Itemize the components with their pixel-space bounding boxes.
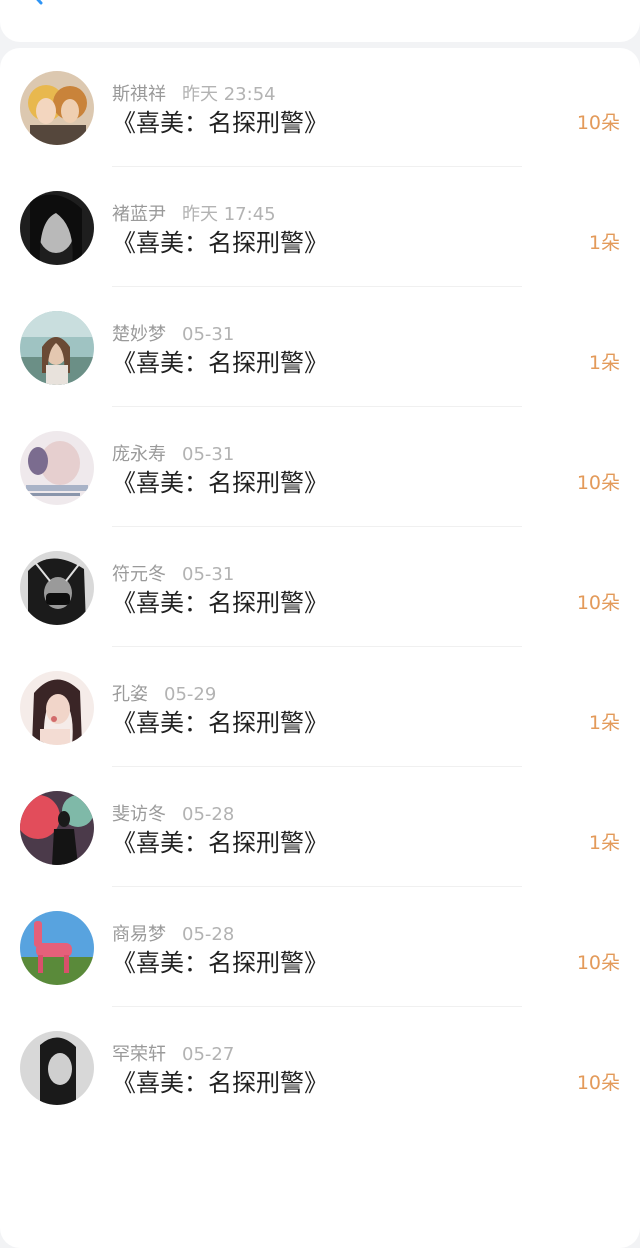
sender-name: 符元冬 — [112, 564, 166, 585]
work-title: 《喜美：名探刑警》 — [112, 109, 328, 137]
record-time: 05-27 — [182, 1044, 235, 1065]
sender-name: 庞永寿 — [112, 444, 166, 465]
sender-name: 商易梦 — [112, 924, 166, 945]
divider — [112, 1006, 522, 1007]
record-time: 05-31 — [182, 564, 235, 585]
avatar[interactable] — [20, 431, 94, 505]
gift-amount: 10朵 — [576, 952, 620, 974]
divider — [112, 526, 522, 527]
work-title: 《喜美：名探刑警》 — [112, 589, 328, 617]
chevron-left-icon — [27, 0, 45, 10]
divider — [112, 166, 522, 167]
gift-amount: 10朵 — [576, 592, 620, 614]
gift-amount: 1朵 — [588, 832, 620, 854]
divider — [112, 886, 522, 887]
sender-name: 斐访冬 — [112, 804, 166, 825]
divider — [112, 766, 522, 767]
list-item[interactable]: 罕荣轩 05-27 《喜美：名探刑警》 10朵 — [0, 1008, 640, 1128]
record-time: 05-29 — [164, 684, 217, 705]
list-item[interactable]: 商易梦 05-28 《喜美：名探刑警》 10朵 — [0, 888, 640, 1008]
work-title: 《喜美：名探刑警》 — [112, 829, 328, 857]
avatar[interactable] — [20, 911, 94, 985]
divider — [112, 286, 522, 287]
avatar[interactable] — [20, 791, 94, 865]
avatar[interactable] — [20, 1031, 94, 1105]
gift-amount: 10朵 — [576, 1072, 620, 1094]
record-time: 05-28 — [182, 924, 235, 945]
gift-amount: 1朵 — [588, 712, 620, 734]
gift-record-list: 斯祺祥 昨天 23:54 《喜美：名探刑警》 10朵 褚蓝尹 昨天 17:45 《喜… — [0, 48, 640, 1248]
sender-name: 褚蓝尹 — [112, 204, 166, 225]
list-item[interactable]: 孔姿 05-29 《喜美：名探刑警》 1朵 — [0, 648, 640, 768]
list-item[interactable]: 符元冬 05-31 《喜美：名探刑警》 10朵 — [0, 528, 640, 648]
work-title: 《喜美：名探刑警》 — [112, 949, 328, 977]
gift-amount: 10朵 — [576, 112, 620, 134]
gift-amount: 10朵 — [576, 472, 620, 494]
work-title: 《喜美：名探刑警》 — [112, 1069, 328, 1097]
record-time: 昨天 17:45 — [182, 204, 276, 225]
list-item[interactable]: 庞永寿 05-31 《喜美：名探刑警》 10朵 — [0, 408, 640, 528]
avatar[interactable] — [20, 311, 94, 385]
list-item[interactable]: 楚妙梦 05-31 《喜美：名探刑警》 1朵 — [0, 288, 640, 408]
gift-amount: 1朵 — [588, 232, 620, 254]
divider — [112, 406, 522, 407]
gift-amount: 1朵 — [588, 352, 620, 374]
sender-name: 罕荣轩 — [112, 1044, 166, 1065]
sender-name: 孔姿 — [112, 684, 148, 705]
list-item[interactable]: 斯祺祥 昨天 23:54 《喜美：名探刑警》 10朵 — [0, 48, 640, 168]
work-title: 《喜美：名探刑警》 — [112, 349, 328, 377]
record-time: 05-31 — [182, 444, 235, 465]
record-time: 昨天 23:54 — [182, 84, 276, 105]
work-title: 《喜美：名探刑警》 — [112, 229, 328, 257]
sender-name: 楚妙梦 — [112, 324, 166, 345]
work-title: 《喜美：名探刑警》 — [112, 469, 328, 497]
avatar[interactable] — [20, 191, 94, 265]
avatar[interactable] — [20, 671, 94, 745]
back-button[interactable] — [20, 0, 52, 14]
sender-name: 斯祺祥 — [112, 84, 166, 105]
divider — [112, 646, 522, 647]
list-item[interactable]: 斐访冬 05-28 《喜美：名探刑警》 1朵 — [0, 768, 640, 888]
avatar[interactable] — [20, 71, 94, 145]
top-bar — [0, 0, 640, 42]
avatar[interactable] — [20, 551, 94, 625]
record-time: 05-28 — [182, 804, 235, 825]
record-time: 05-31 — [182, 324, 235, 345]
list-item[interactable]: 褚蓝尹 昨天 17:45 《喜美：名探刑警》 1朵 — [0, 168, 640, 288]
work-title: 《喜美：名探刑警》 — [112, 709, 328, 737]
